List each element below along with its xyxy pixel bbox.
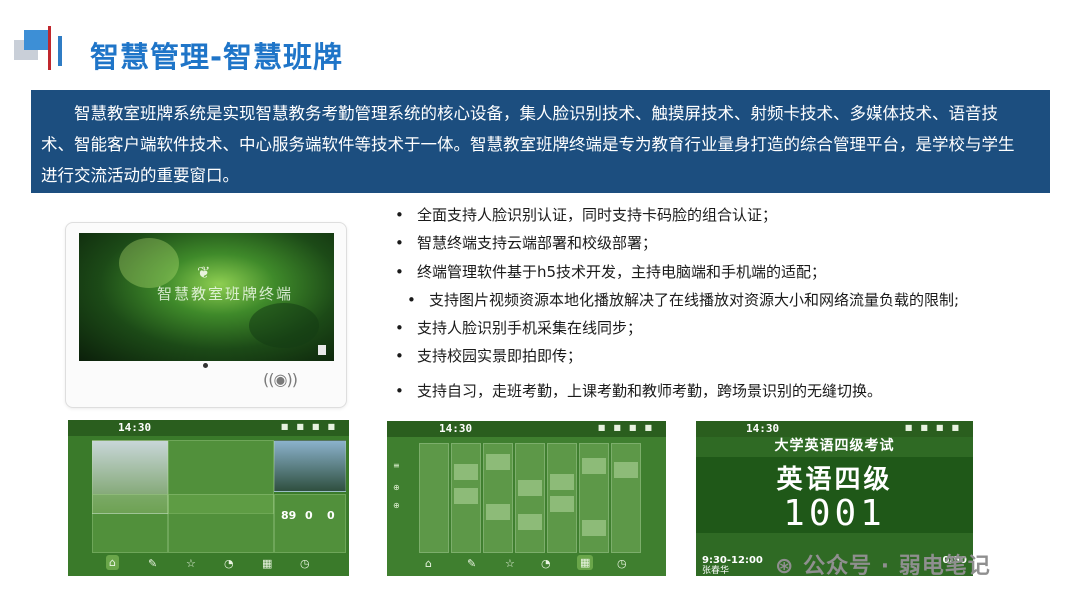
- grid-icon[interactable]: ▦: [262, 557, 272, 570]
- exam-subject: 英语四级: [776, 465, 893, 495]
- menu-icon[interactable]: ≡: [393, 461, 400, 470]
- device-screen: ❦ 智慧教室班牌终端: [79, 233, 334, 361]
- pen-icon[interactable]: ✎: [148, 557, 157, 570]
- board-screenshot-home: 14:30 ■■■■ 89 0 0 ⌂ ✎ ☆ ◔ ▦ ◷: [68, 420, 349, 576]
- feature-text: 支持人脸识别手机采集在线同步；: [417, 319, 643, 337]
- gauge-icon[interactable]: ◔: [224, 557, 234, 570]
- board-clock: 14:30: [118, 421, 152, 434]
- watermark-text: ⊛ 公众号 · 弱电笔记: [775, 548, 991, 580]
- intro-box: 智慧教室班牌系统是实现智慧教务考勤管理系统的核心设备，集人脸识别技术、触摸屏技术…: [31, 90, 1050, 193]
- timetable-column: [483, 443, 513, 553]
- list-item: • 全面支持人脸识别认证，同时支持卡码脸的组合认证；: [395, 206, 778, 224]
- bottom-nav: ⌂ ✎ ☆ ◔ ▦ ◷: [387, 552, 666, 576]
- exam-invigilator: 张春华: [702, 566, 730, 576]
- pen-icon[interactable]: ✎: [467, 557, 476, 570]
- status-icons: ■■■■: [597, 423, 660, 432]
- down-arrow-icon[interactable]: ⊕: [393, 501, 400, 510]
- list-item: • 支持校园实景即拍即传；: [395, 347, 583, 365]
- star-icon[interactable]: ☆: [505, 557, 515, 570]
- bottom-nav: ⌂ ✎ ☆ ◔ ▦ ◷: [68, 552, 349, 576]
- header-divider-red: [48, 26, 51, 70]
- home-icon[interactable]: ⌂: [425, 557, 432, 570]
- list-item: • 支持自习，走班考勤，上课考勤和教师考勤，跨场景识别的无缝切换。: [395, 382, 883, 400]
- list-item: • 支持人脸识别手机采集在线同步；: [395, 319, 643, 337]
- timetable-column: [579, 443, 609, 553]
- attendance-count: 0: [305, 509, 313, 522]
- class-board-device: ❦ 智慧教室班牌终端 ((◉)): [65, 222, 347, 408]
- feature-text: 支持校园实景即拍即传；: [417, 347, 583, 365]
- timetable-column: [451, 443, 481, 553]
- header-divider-blue: [58, 36, 62, 66]
- attendance-count: 0: [327, 509, 335, 522]
- board-screenshot-timetable: 14:30 ■■■■ ≡ ⊕ ⊕ ⌂ ✎ ☆ ◔ ▦ ◷: [387, 421, 666, 576]
- video-card: [274, 440, 346, 492]
- intro-text: 智慧教室班牌系统是实现智慧教务考勤管理系统的核心设备，集人脸识别技术、触摸屏技术…: [41, 104, 1015, 185]
- watermark-label: 公众号 · 弱电笔记: [803, 554, 991, 579]
- status-bar: 14:30 ■■■■: [387, 421, 666, 437]
- clock-icon[interactable]: ◷: [300, 557, 310, 570]
- status-bar: 14:30 ■■■■: [68, 420, 349, 436]
- exam-title: 大学英语四级考试: [774, 438, 895, 454]
- gauge-icon[interactable]: ◔: [541, 557, 551, 570]
- activity-card: [168, 494, 274, 553]
- board-clock: 14:30: [746, 422, 780, 435]
- feature-text: 全面支持人脸识别认证，同时支持卡码脸的组合认证；: [417, 206, 778, 224]
- exam-room-number: 1001: [783, 493, 886, 534]
- grid-icon[interactable]: ▦: [577, 555, 594, 570]
- timetable-column: [419, 443, 449, 553]
- page-title: 智慧管理-智慧班牌: [90, 40, 344, 74]
- nfc-icon: ((◉)): [263, 370, 298, 389]
- list-item: • 支持图片视频资源本地化播放解决了在线播放对资源大小和网络流量负载的限制;: [407, 291, 960, 309]
- attendance-count: 89: [281, 509, 297, 522]
- feature-text: 支持自习，走班考勤，上课考勤和教师考勤，跨场景识别的无缝切换。: [417, 382, 883, 400]
- status-icons: ■■■■: [904, 423, 967, 432]
- feature-text: 智慧终端支持云端部署和校级部署；: [417, 234, 658, 252]
- wechat-icon: ⊛: [775, 554, 795, 579]
- timetable-column: [547, 443, 577, 553]
- list-item: • 终端管理软件基于h5技术开发，主持电脑端和手机端的适配；: [395, 263, 827, 281]
- device-screen-brand: 智慧教室班牌终端: [157, 285, 294, 303]
- timetable-column: [611, 443, 641, 553]
- timetable-column: [515, 443, 545, 553]
- feature-text: 支持图片视频资源本地化播放解决了在线播放对资源大小和网络流量负载的限制;: [429, 291, 960, 309]
- status-icons: ■■■■: [280, 422, 343, 431]
- clock-icon[interactable]: ◷: [617, 557, 627, 570]
- board-clock: 14:30: [439, 422, 473, 435]
- notice-card: [92, 494, 168, 553]
- leaf-logo-icon: ❦: [197, 263, 211, 282]
- camera-icon: [203, 363, 208, 368]
- feature-text: 终端管理软件基于h5技术开发，主持电脑端和手机端的适配；: [417, 263, 827, 281]
- star-icon[interactable]: ☆: [186, 557, 196, 570]
- home-icon[interactable]: ⌂: [106, 555, 119, 570]
- up-arrow-icon[interactable]: ⊕: [393, 483, 400, 492]
- device-tag-icon: [318, 345, 326, 355]
- list-item: • 智慧终端支持云端部署和校级部署；: [395, 234, 658, 252]
- attendance-card: 89 0 0: [274, 494, 346, 553]
